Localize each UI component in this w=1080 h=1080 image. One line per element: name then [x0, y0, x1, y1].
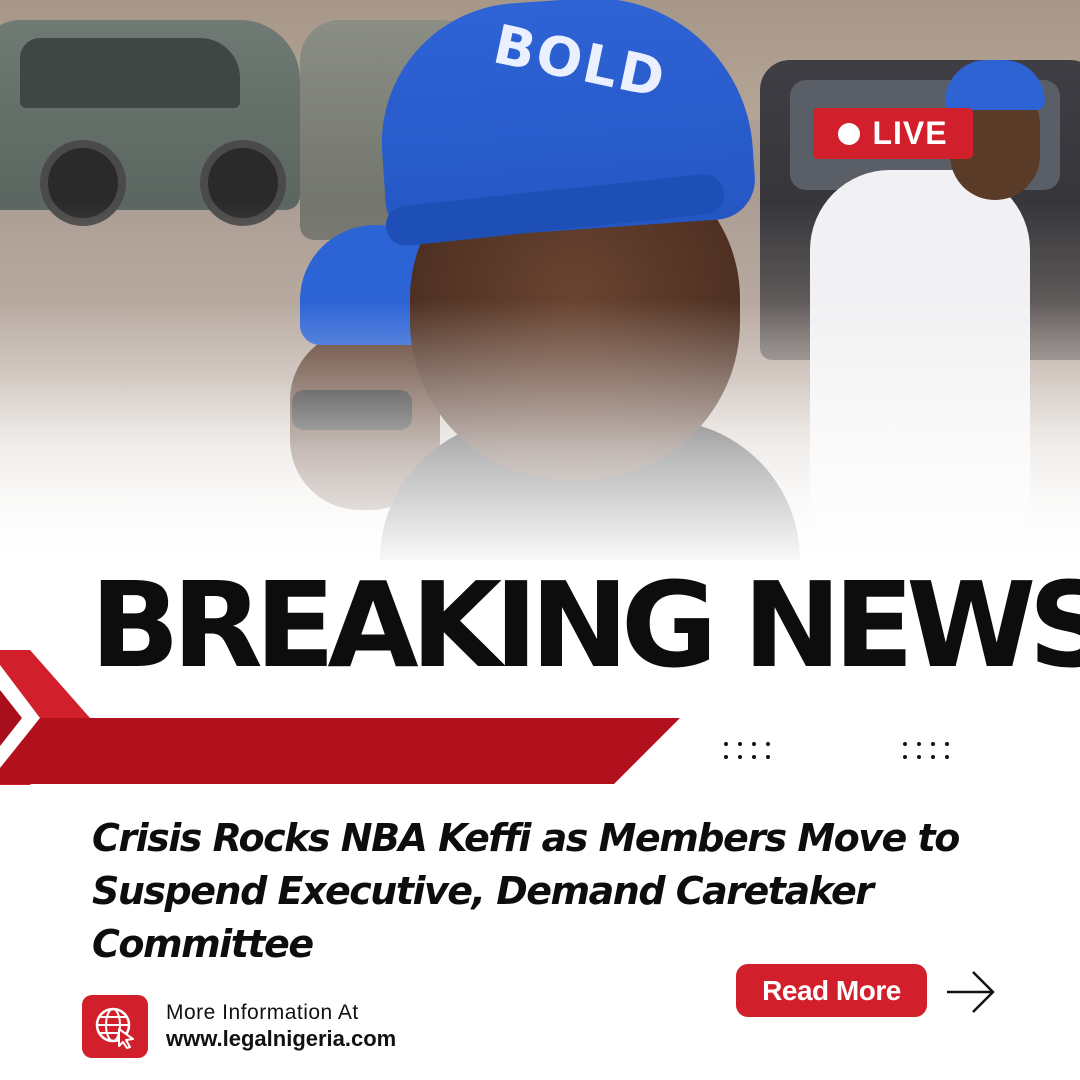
live-dot-icon [838, 122, 861, 145]
red-banner [0, 718, 680, 784]
photo-fade-overlay [0, 300, 1080, 560]
live-label: LIVE [872, 115, 948, 151]
arrow-right-icon[interactable] [945, 968, 997, 1016]
read-more-button[interactable]: Read More [736, 964, 927, 1017]
more-info-label: More Information At [166, 1001, 359, 1024]
globe-cursor-icon [82, 995, 148, 1058]
article-headline: Crisis Rocks NBA Keffi as Members Move t… [92, 816, 960, 966]
breaking-news-poster: BOLD LIVE BREAKING NEWS Crisis Rocks NBA… [0, 0, 1080, 1080]
parked-car-left [0, 20, 300, 226]
news-photo: BOLD [0, 0, 1080, 560]
dot-grid-decoration [903, 742, 949, 759]
headline: BREAKING NEWS [90, 556, 1080, 694]
live-badge: LIVE [813, 108, 973, 159]
website-link[interactable]: www.legalnigeria.com [166, 1026, 396, 1052]
dot-grid-decoration [724, 742, 770, 759]
car-window [20, 38, 240, 108]
